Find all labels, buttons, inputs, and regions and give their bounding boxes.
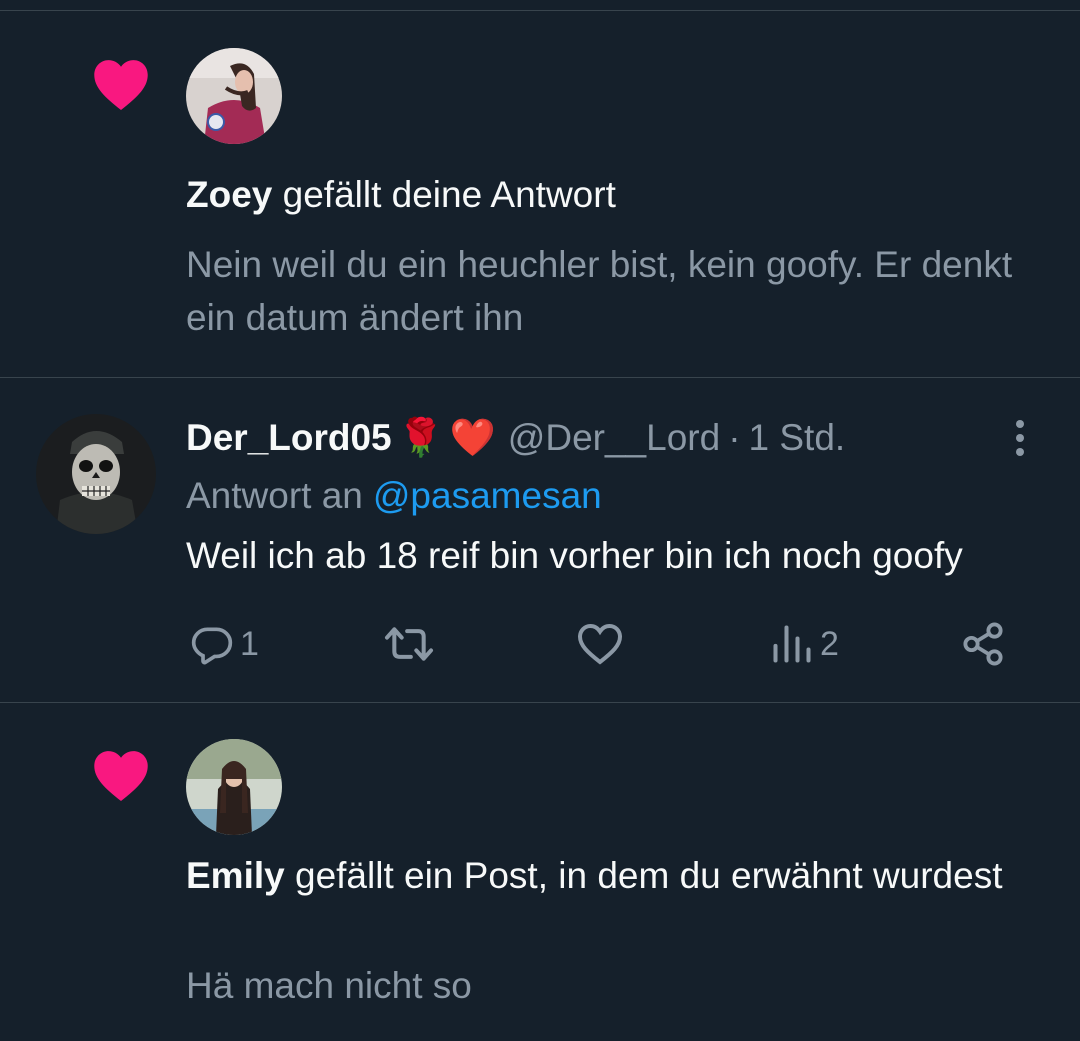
tweet-header: Der_Lord05 🌹 ❤️ @Der__Lord · 1 Std.	[186, 412, 845, 464]
share-button[interactable]	[960, 614, 1006, 674]
like-icon	[577, 623, 623, 665]
separator: ·	[728, 417, 741, 458]
like-notification[interactable]: Zoey gefällt deine Antwort Nein weil du …	[0, 0, 1080, 377]
notification-action: gefällt ein Post, in dem du erwähnt wurd…	[284, 855, 1003, 896]
avatar[interactable]	[186, 739, 282, 835]
reply-tweet[interactable]: Der_Lord05 🌹 ❤️ @Der__Lord · 1 Std. Antw…	[0, 378, 1080, 702]
reply-context: Antwort an @pasamesan	[186, 472, 602, 520]
retweet-button[interactable]	[382, 614, 442, 674]
user-name[interactable]: Emily	[186, 855, 285, 896]
display-name[interactable]: Der_Lord05	[186, 417, 392, 459]
mention-link[interactable]: @pasamesan	[373, 475, 602, 516]
avatar[interactable]	[36, 414, 156, 534]
more-options-icon[interactable]	[1000, 416, 1040, 460]
heart-icon	[94, 751, 148, 801]
avatar[interactable]	[186, 48, 282, 144]
reply-count: 1	[240, 624, 259, 663]
notification-action: gefällt deine Antwort	[272, 174, 616, 215]
user-handle[interactable]: @Der__Lord	[508, 417, 720, 459]
views-button[interactable]: 2	[770, 614, 839, 674]
timestamp[interactable]: 1 Std.	[749, 417, 846, 459]
like-notification[interactable]: Emily gefällt ein Post, in dem du erwähn…	[0, 703, 1080, 1041]
views-icon	[773, 625, 811, 663]
user-name[interactable]: Zoey	[186, 174, 272, 215]
reply-icon	[191, 627, 233, 665]
views-count: 2	[820, 624, 839, 663]
reply-button[interactable]: 1	[190, 614, 259, 674]
heart-icon	[94, 60, 148, 110]
post-snippet: Nein weil du ein heuchler bist, kein goo…	[186, 244, 1013, 338]
share-icon	[963, 622, 1003, 666]
retweet-icon	[384, 627, 434, 661]
like-button[interactable]	[576, 614, 630, 674]
reply-prefix: Antwort an	[186, 475, 363, 516]
post-snippet: Hä mach nicht so	[186, 965, 472, 1006]
notification-text: Emily gefällt ein Post, in dem du erwähn…	[186, 849, 1046, 902]
tweet-actions: 1 2	[0, 614, 1080, 674]
rose-emoji: 🌹	[397, 416, 444, 458]
heart-emoji: ❤️	[449, 416, 496, 458]
notification-text: Zoey gefällt deine Antwort	[186, 168, 1046, 221]
tweet-text: Weil ich ab 18 reif bin vorher bin ich n…	[186, 535, 963, 576]
notifications-feed: Zoey gefällt deine Antwort Nein weil du …	[0, 0, 1080, 1041]
